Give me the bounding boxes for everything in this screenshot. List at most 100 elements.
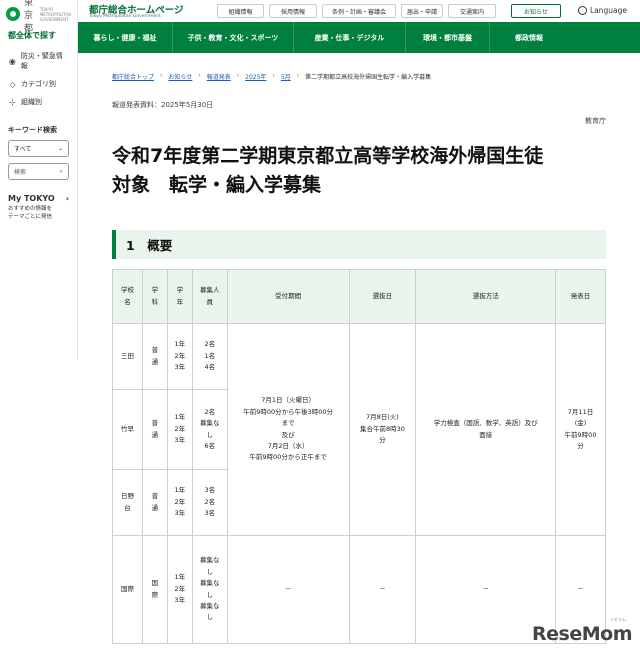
breadcrumb: 都庁総合トップ › お知らせ › 報道発表 › 2025年 › 5月 › 第二学… <box>112 72 431 81</box>
table-header-row: 学校 名 学 科 学 年 募集人 員 受付期間 選抜日 選抜方法 発表日 <box>112 269 606 324</box>
cell-text: し <box>206 590 214 599</box>
site-logo[interactable]: 東京都 TOKYO METROPOLITAN GOVERNMENT <box>0 0 77 34</box>
header-school: 学校 名 <box>112 269 143 324</box>
top-link-recruit[interactable]: 採用情報 <box>269 4 317 18</box>
sidebar-item-organization[interactable]: ⊹ 組織別 <box>0 93 77 111</box>
cell-text: 1年 <box>174 486 186 495</box>
cell-grades: 1年 2年 3年 <box>166 469 193 536</box>
cell-text: 通 <box>151 357 159 366</box>
header-course: 学 科 <box>141 269 168 324</box>
cell-text: 際 <box>151 590 159 599</box>
sidebar-item-label: 組織別 <box>21 98 42 106</box>
logo-subtext: TOKYO METROPOLITAN GOVERNMENT <box>39 6 71 22</box>
breadcrumb-link-top[interactable]: 都庁総合トップ <box>112 72 154 81</box>
cell-text: 募集な <box>200 601 220 610</box>
cell-text: 2名 <box>204 407 216 416</box>
cell-text: 2名 <box>204 497 216 506</box>
mytokyo-sub1: おすすめの情報を <box>8 206 53 212</box>
cell-text: し <box>206 613 214 622</box>
header-text: 学 <box>151 286 159 295</box>
search-icon[interactable]: ⌕ <box>60 168 63 176</box>
cell-school: 竹早 <box>112 389 143 470</box>
cell-text: 国 <box>151 579 159 588</box>
cell-capacity: 募集な し 募集な し 募集な し <box>191 535 228 644</box>
cell-text: 普 <box>151 419 159 428</box>
cell-text: 午前9時00分から正午まで <box>249 453 327 462</box>
category-select[interactable]: すべて ⌄ <box>8 140 69 157</box>
cell-reception: － <box>226 535 350 644</box>
top-link-organization[interactable]: 組織情報 <box>217 4 264 18</box>
chevron-right-icon: › <box>296 72 300 79</box>
language-button[interactable]: Language <box>578 6 627 15</box>
top-link-ordinance[interactable]: 条例・計画・審議会 <box>322 4 396 18</box>
org-chart-icon: ⊹ <box>9 97 16 107</box>
breadcrumb-link-news[interactable]: お知らせ <box>168 72 192 81</box>
cell-text: 1名 <box>204 351 216 360</box>
cell-text: まで <box>281 419 295 428</box>
tag-icon: ◇ <box>9 79 16 89</box>
chevron-right-icon: › <box>65 194 69 203</box>
nav-item-living[interactable]: 暮らし・健康・福祉 <box>78 22 173 53</box>
cell-text: 分 <box>577 441 584 450</box>
nav-item-industry[interactable]: 産業・仕事・デジタル <box>294 22 406 53</box>
logo-text: 東京都 <box>24 0 34 34</box>
department: 教育庁 <box>585 117 606 125</box>
header-exam-date: 選抜日 <box>348 269 417 324</box>
top-link-access[interactable]: 交通案内 <box>448 4 496 18</box>
breadcrumb-link-year[interactable]: 2025年 <box>245 72 266 81</box>
cell-text: 午前9時00 <box>564 430 597 439</box>
cell-text: 1年 <box>174 340 186 349</box>
cell-text: 2年 <box>174 424 186 433</box>
header-text: 員 <box>206 297 214 306</box>
cell-text: 日野 <box>120 492 134 501</box>
cell-course: 普 通 <box>141 389 168 470</box>
cell-text: 募集な <box>200 419 220 428</box>
press-date: 報道発表資料：2025年5月30日 <box>112 101 214 109</box>
sidebar-item-disaster[interactable]: ◉ 防災・緊急情報 <box>0 47 77 75</box>
breadcrumb-link-month[interactable]: 5月 <box>281 72 291 81</box>
top-link-application[interactable]: 届出・申請 <box>401 4 443 18</box>
sidebar: 東京都 TOKYO METROPOLITAN GOVERNMENT 都全体で探す… <box>0 0 78 360</box>
cell-capacity: 2名 募集な し 6名 <box>191 389 228 470</box>
cell-exam-date: 7月8日(火) 集合午前8時30 分 <box>348 323 417 536</box>
cell-text: 1年 <box>174 573 186 582</box>
cell-text: 分 <box>379 436 386 445</box>
sidebar-list: ◉ 防災・緊急情報 ◇ カテゴリ別 ⊹ 組織別 <box>0 47 77 111</box>
cell-text: 3年 <box>174 596 186 605</box>
watermark-logo: ReseMom <box>532 623 632 645</box>
cell-grades: 1年 2年 3年 <box>166 389 193 470</box>
mytokyo-link[interactable]: My TOKYO › おすすめの情報を テーマごとに発信 <box>0 194 77 222</box>
header-announce: 発表日 <box>555 269 606 324</box>
cell-capacity: 2名 1名 4名 <box>191 323 228 390</box>
header-text: 名 <box>124 297 131 306</box>
cell-text: し <box>206 430 214 439</box>
nav-item-education[interactable]: 子供・教育・文化・スポーツ <box>173 22 294 53</box>
cell-course: 普 通 <box>141 469 168 536</box>
cell-text: 及び <box>281 430 295 439</box>
cell-text: 通 <box>151 503 159 512</box>
breadcrumb-link-press[interactable]: 報道発表 <box>207 72 231 81</box>
section-heading: 1 概要 <box>112 230 606 259</box>
cell-text: 7月2日（水） <box>267 441 309 450</box>
nav-item-government[interactable]: 都政情報 <box>490 22 568 53</box>
language-label: Language <box>590 6 628 15</box>
search-input[interactable]: 検索 ⌕ <box>8 163 69 180</box>
cell-announce: 7月11日 (金) 午前9時00 分 <box>555 323 606 536</box>
cell-text: (金) <box>574 419 587 428</box>
mytokyo-sub2: テーマごとに発信 <box>8 214 53 221</box>
header-grade: 学 年 <box>166 269 193 324</box>
page-title: 令和7年度第二学期東京都立高等学校海外帰国生徒 対象 転学・編入学募集 <box>112 142 612 199</box>
nav-item-environment[interactable]: 環境・都市基盤 <box>406 22 490 53</box>
cell-text: 3年 <box>174 363 186 372</box>
cell-text: 7月11日 <box>567 407 594 416</box>
header-text: 学校 <box>120 286 134 295</box>
category-select-value: すべて <box>14 146 32 153</box>
tokyo-logo-icon <box>6 7 20 21</box>
cell-grades: 1年 2年 3年 <box>166 323 193 390</box>
notice-button[interactable]: お知らせ <box>511 4 561 18</box>
site-title-en: Tokyo Metropolitan Government <box>89 14 161 19</box>
cell-text: 2名 <box>204 340 216 349</box>
search-placeholder: 検索 <box>14 169 27 176</box>
sidebar-item-category[interactable]: ◇ カテゴリ別 <box>0 75 77 93</box>
cell-course: 普 通 <box>141 323 168 390</box>
